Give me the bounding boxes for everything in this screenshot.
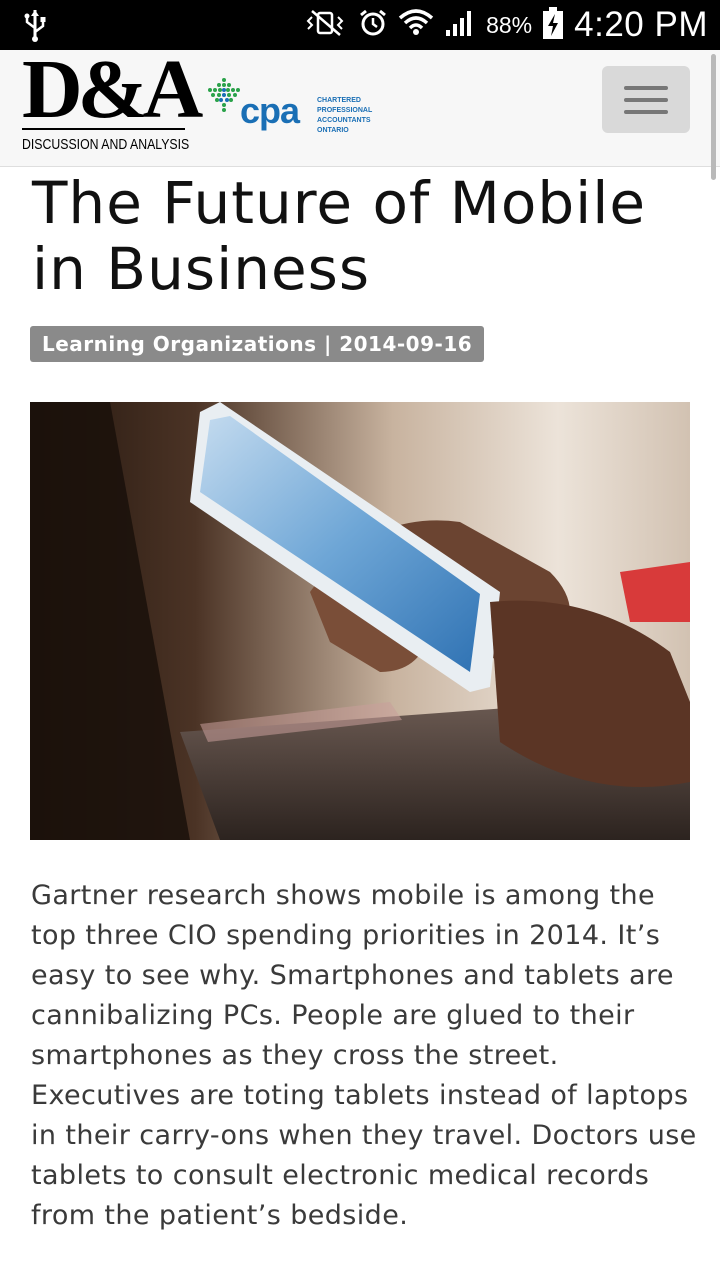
article-title: The Future of Mobile in Business <box>32 169 647 303</box>
cpa-wordmark: cpa <box>240 90 300 131</box>
wifi-icon <box>398 7 434 43</box>
battery-percent: 88% <box>486 11 533 38</box>
article-body-paragraph: Gartner research shows mobile is among t… <box>31 880 697 1231</box>
article-category-date-badge[interactable]: Learning Organizations | 2014-09-16 <box>30 326 485 362</box>
da-logo-mark: D&A <box>22 43 203 136</box>
da-logo[interactable]: D&A DISCUSSION AND ANALYSIS <box>22 48 203 160</box>
clock-time: 4:20 PM <box>574 5 708 44</box>
page-scrollbar[interactable] <box>711 54 716 180</box>
da-logo-rule <box>22 128 185 130</box>
da-logo-subtitle: DISCUSSION AND ANALYSIS <box>22 136 190 153</box>
cpa-tagline: CHARTERED PROFESSIONAL ACCOUNTANTS ONTAR… <box>317 97 373 134</box>
alarm-icon <box>358 8 388 42</box>
article-hero-image <box>30 402 690 840</box>
cpa-maple-dots-icon <box>207 76 241 120</box>
menu-button[interactable] <box>602 66 690 133</box>
mute-vibrate-icon <box>302 9 348 41</box>
usb-icon <box>22 8 48 46</box>
signal-icon <box>444 8 476 42</box>
cpa-ontario-logo[interactable]: cpa CHARTERED PROFESSIONAL ACCOUNTANTS O… <box>207 76 387 136</box>
battery-charging-icon <box>542 6 564 44</box>
site-header: D&A DISCUSSION AND ANALYSIS cpa CHARTERE… <box>0 48 720 167</box>
